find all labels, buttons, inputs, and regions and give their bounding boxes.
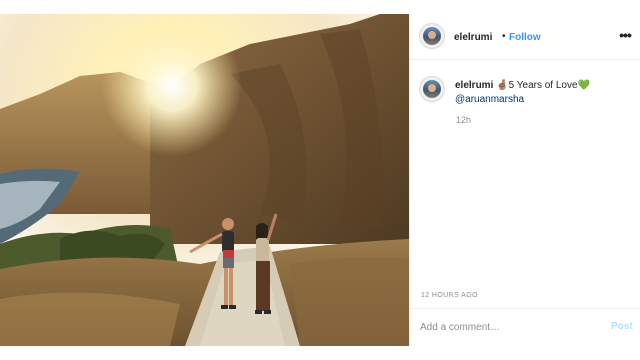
hand-emoji: 🤞🏽 bbox=[496, 80, 509, 91]
more-options-icon[interactable]: ••• bbox=[615, 27, 635, 43]
caption-age[interactable]: 12h bbox=[456, 115, 471, 125]
caption-text: 5 Years of Love bbox=[508, 80, 578, 91]
caption-mention-link[interactable]: @aruanmarsha bbox=[455, 93, 635, 107]
follow-button[interactable]: Follow bbox=[509, 32, 541, 43]
post-caption: elelrumi 🤞🏽5 Years of Love💚 @aruanmarsha bbox=[455, 79, 635, 107]
post-comment-button[interactable]: Post bbox=[611, 321, 633, 332]
post-side-panel: elelrumi • Follow ••• elelrumi 🤞🏽5 Years… bbox=[409, 14, 640, 346]
caption-username[interactable]: elelrumi bbox=[455, 80, 493, 91]
author-username[interactable]: elelrumi bbox=[454, 32, 492, 43]
comment-bar: Post bbox=[410, 308, 640, 346]
separator-dot: • bbox=[502, 31, 506, 42]
post-photo[interactable] bbox=[0, 14, 409, 346]
author-avatar[interactable] bbox=[419, 23, 445, 49]
post-header: elelrumi • Follow ••• bbox=[410, 14, 640, 60]
caption-avatar[interactable] bbox=[419, 76, 445, 102]
comment-input[interactable] bbox=[420, 319, 600, 335]
post-timestamp[interactable]: 12 HOURS AGO bbox=[421, 292, 478, 299]
post-image bbox=[0, 14, 409, 346]
green-heart-emoji: 💚 bbox=[577, 80, 590, 91]
